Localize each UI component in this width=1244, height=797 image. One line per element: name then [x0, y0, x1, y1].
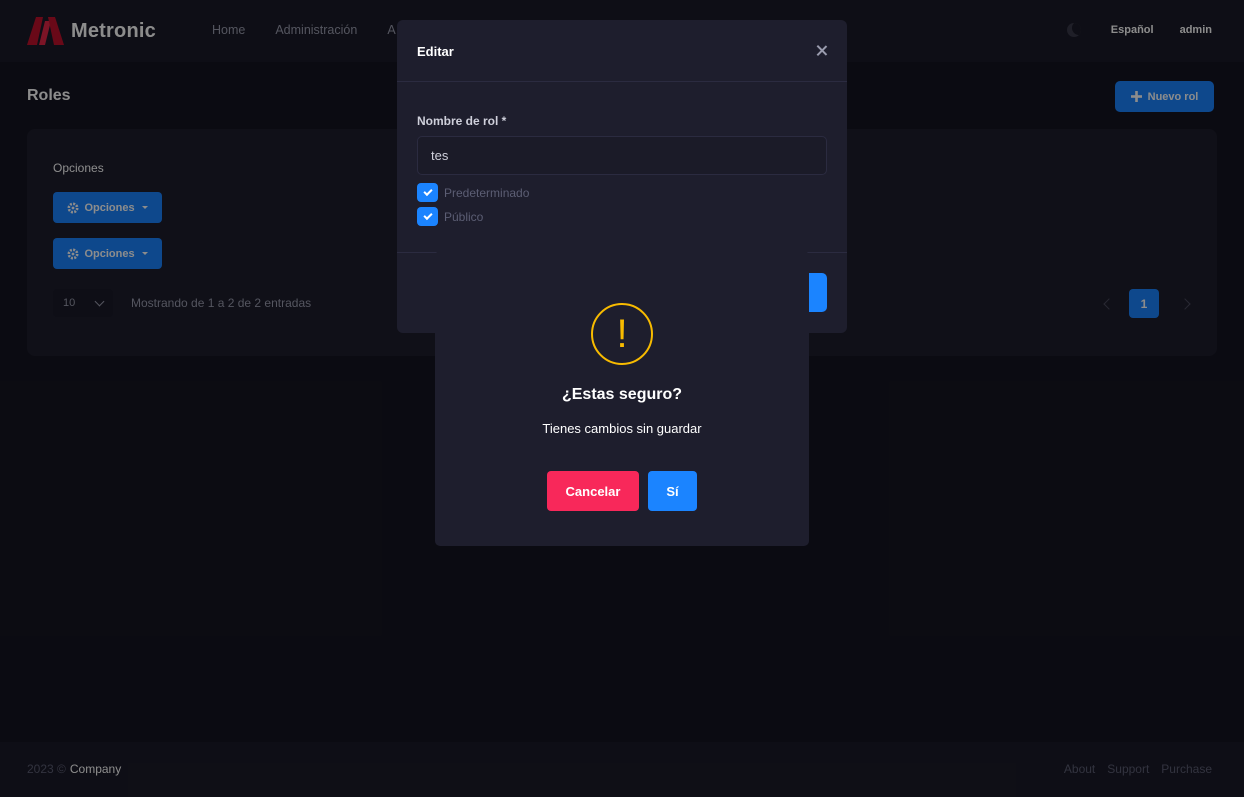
edit-modal-header: Editar: [397, 20, 847, 82]
checkbox-checked-icon[interactable]: [417, 183, 438, 202]
checkbox-publico[interactable]: Público: [417, 207, 483, 226]
checkbox-label: Público: [444, 209, 484, 224]
confirm-title: ¿Estas seguro?: [561, 386, 683, 403]
checkbox-label: Predeterminado: [444, 185, 530, 200]
role-name-label: Nombre de rol *: [417, 114, 507, 128]
role-name-input[interactable]: [417, 136, 827, 175]
checkbox-predeterminado[interactable]: Predeterminado: [417, 183, 529, 202]
edit-modal-title: Editar: [417, 44, 454, 59]
checkbox-checked-icon[interactable]: [417, 207, 438, 226]
close-icon[interactable]: [816, 44, 828, 56]
confirm-message: Tienes cambios sin guardar: [542, 421, 702, 436]
cancel-button[interactable]: Cancelar: [547, 471, 639, 511]
confirm-yes-button[interactable]: Sí: [648, 471, 697, 511]
confirm-dialog: ! ¿Estas seguro? Tienes cambios sin guar…: [435, 251, 809, 546]
warning-icon: !: [591, 303, 653, 365]
